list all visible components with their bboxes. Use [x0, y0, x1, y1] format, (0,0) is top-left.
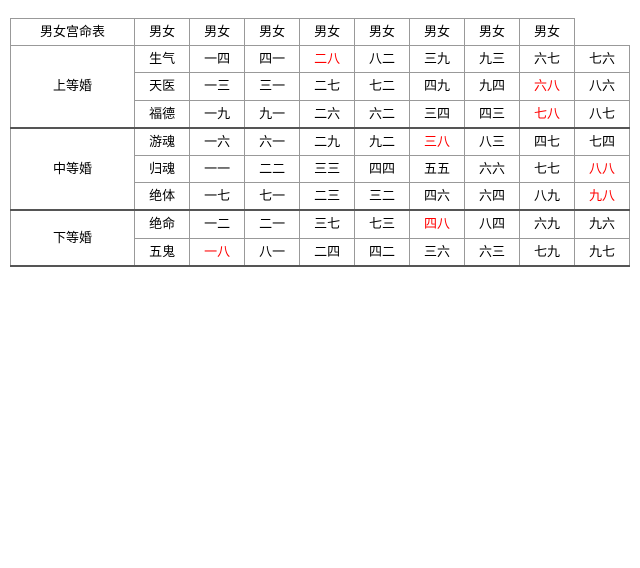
group-label: 下等婚: [11, 210, 135, 265]
data-cell: 六二: [355, 100, 410, 128]
data-cell: 一三: [190, 73, 245, 100]
main-table: 男女宫命表男女男女男女男女男女男女男女男女 上等婚生气一四四一二八八二三九九三六…: [10, 18, 630, 267]
group-label: 上等婚: [11, 46, 135, 128]
col-header-1: 男女: [135, 19, 190, 46]
data-cell: 六七: [520, 46, 575, 73]
data-cell: 九七: [575, 238, 630, 266]
data-cell: 二八: [300, 46, 355, 73]
data-cell: 一九: [190, 100, 245, 128]
col-header-8: 男女: [520, 19, 575, 46]
data-cell: 八二: [355, 46, 410, 73]
data-cell: 七三: [355, 210, 410, 238]
data-cell: 一四: [190, 46, 245, 73]
data-cell: 六八: [520, 73, 575, 100]
data-cell: 九八: [575, 183, 630, 211]
data-cell: 六四: [465, 183, 520, 211]
data-cell: 三七: [300, 210, 355, 238]
data-cell: 四八: [410, 210, 465, 238]
column-header-row: 男女宫命表男女男女男女男女男女男女男女男女: [11, 19, 630, 46]
data-cell: 三一: [245, 73, 300, 100]
col-header-5: 男女: [355, 19, 410, 46]
data-cell: 二六: [300, 100, 355, 128]
table-row: 下等婚绝命一二二一三七七三四八八四六九九六: [11, 210, 630, 238]
table-row: 中等婚游魂一六六一二九九二三八八三四七七四: [11, 128, 630, 156]
data-cell: 六六: [465, 155, 520, 182]
data-cell: 一八: [190, 238, 245, 266]
col-header-3: 男女: [245, 19, 300, 46]
data-cell: 四七: [520, 128, 575, 156]
data-cell: 八八: [575, 155, 630, 182]
data-cell: 八三: [465, 128, 520, 156]
data-cell: 八九: [520, 183, 575, 211]
data-cell: 二一: [245, 210, 300, 238]
data-cell: 三六: [410, 238, 465, 266]
sub-label: 天医: [135, 73, 190, 100]
table-row: 上等婚生气一四四一二八八二三九九三六七七六: [11, 46, 630, 73]
data-cell: 二三: [300, 183, 355, 211]
col-header-2: 男女: [190, 19, 245, 46]
data-cell: 三三: [300, 155, 355, 182]
data-cell: 三二: [355, 183, 410, 211]
data-cell: 六九: [520, 210, 575, 238]
data-cell: 九一: [245, 100, 300, 128]
col-header-7: 男女: [465, 19, 520, 46]
data-cell: 七二: [355, 73, 410, 100]
data-cell: 三四: [410, 100, 465, 128]
data-cell: 八四: [465, 210, 520, 238]
data-cell: 四一: [245, 46, 300, 73]
group-label: 中等婚: [11, 128, 135, 211]
data-cell: 四二: [355, 238, 410, 266]
data-cell: 七九: [520, 238, 575, 266]
data-cell: 二九: [300, 128, 355, 156]
data-cell: 八一: [245, 238, 300, 266]
data-cell: 七八: [520, 100, 575, 128]
data-cell: 六三: [465, 238, 520, 266]
data-cell: 九二: [355, 128, 410, 156]
data-cell: 三九: [410, 46, 465, 73]
data-cell: 三八: [410, 128, 465, 156]
col-header-6: 男女: [410, 19, 465, 46]
data-cell: 九六: [575, 210, 630, 238]
data-cell: 六一: [245, 128, 300, 156]
sub-label: 福德: [135, 100, 190, 128]
data-cell: 七四: [575, 128, 630, 156]
sub-label: 生气: [135, 46, 190, 73]
data-cell: 二七: [300, 73, 355, 100]
data-cell: 七七: [520, 155, 575, 182]
data-cell: 九四: [465, 73, 520, 100]
sub-label: 归魂: [135, 155, 190, 182]
data-cell: 八六: [575, 73, 630, 100]
data-cell: 四六: [410, 183, 465, 211]
data-cell: 四四: [355, 155, 410, 182]
data-cell: 七一: [245, 183, 300, 211]
col-header-4: 男女: [300, 19, 355, 46]
data-cell: 一七: [190, 183, 245, 211]
data-cell: 五五: [410, 155, 465, 182]
data-cell: 八七: [575, 100, 630, 128]
sub-label: 绝体: [135, 183, 190, 211]
data-cell: 一二: [190, 210, 245, 238]
corner-header: 男女宫命表: [11, 19, 135, 46]
sub-label: 绝命: [135, 210, 190, 238]
data-cell: 二二: [245, 155, 300, 182]
data-cell: 七六: [575, 46, 630, 73]
data-cell: 一六: [190, 128, 245, 156]
data-cell: 一一: [190, 155, 245, 182]
sub-label: 游魂: [135, 128, 190, 156]
data-cell: 四九: [410, 73, 465, 100]
data-cell: 二四: [300, 238, 355, 266]
data-cell: 九三: [465, 46, 520, 73]
sub-label: 五鬼: [135, 238, 190, 266]
data-cell: 四三: [465, 100, 520, 128]
